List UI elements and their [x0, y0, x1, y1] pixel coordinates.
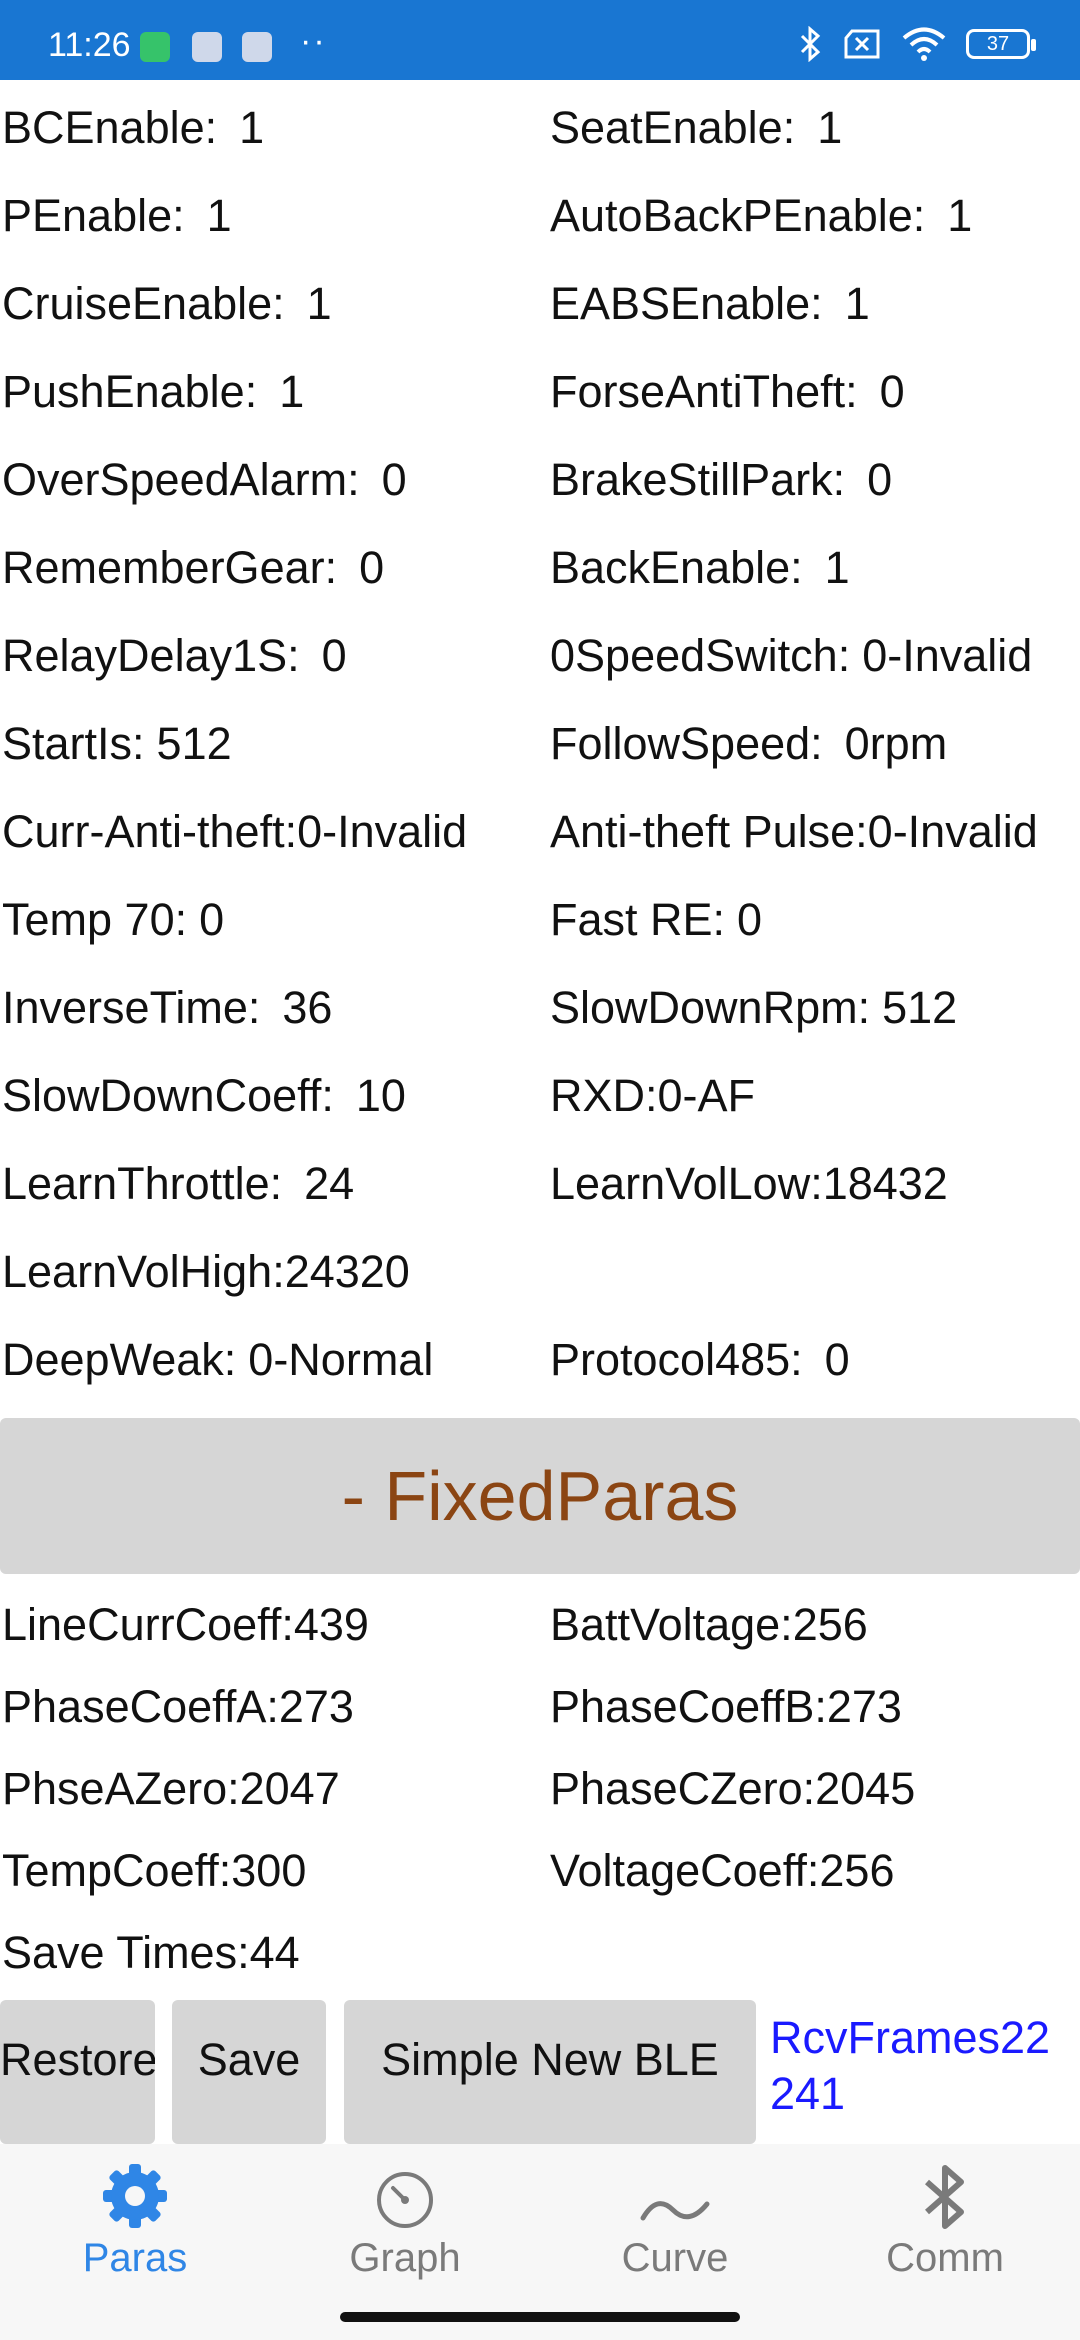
bluetooth-icon	[925, 2165, 964, 2229]
nav-tab-curve[interactable]: Curve	[540, 2154, 810, 2304]
param-cell: RXD:0-AF	[550, 1070, 756, 1121]
fixed-param-row: PhaseCoeffA:273 PhaseCoeffB:273	[0, 1666, 1080, 1748]
fixed-param-cell: Save Times:44	[2, 1927, 300, 1978]
fixed-param-row: TempCoeff:300 VoltageCoeff:256	[0, 1830, 1080, 1912]
fixed-param-cell: TempCoeff:300	[2, 1845, 307, 1896]
fixed-param-cell: LineCurrCoeff:439	[2, 1599, 369, 1650]
param-cell: AutoBackPEnable: 1	[550, 190, 973, 241]
param-cell: SeatEnable: 1	[550, 102, 843, 153]
param-cell: BCEnable: 1	[2, 102, 265, 153]
param-cell: FollowSpeed: 0rpm	[550, 718, 948, 769]
param-cell: InverseTime: 36	[2, 982, 333, 1033]
fixed-param-cell: VoltageCoeff:256	[550, 1845, 895, 1896]
fixed-param-row: PhseAZero:2047 PhaseCZero:2045	[0, 1748, 1080, 1830]
param-row: CruiseEnable: 1 EABSEnable: 1	[0, 256, 1080, 344]
param-cell: Anti-theft Pulse:0-Invalid	[550, 806, 1038, 857]
param-cell: SlowDownCoeff: 10	[2, 1070, 406, 1121]
battery-icon: 37	[966, 29, 1036, 59]
bottom-nav: Paras Graph Curve Comm	[0, 2144, 1080, 2340]
nav-label: Paras	[82, 2236, 188, 2280]
param-row: Temp 70: 0 Fast RE: 0	[0, 872, 1080, 960]
param-row: OverSpeedAlarm: 0 BrakeStillPark: 0	[0, 432, 1080, 520]
param-row: RelayDelay1S: 0 0SpeedSwitch: 0-Invalid	[0, 608, 1080, 696]
param-cell: ForseAntiTheft: 0	[550, 366, 905, 417]
status-bar: 11:26 ·· 37	[0, 0, 1080, 80]
app-icon	[140, 32, 170, 62]
status-time: 11:26	[48, 26, 131, 64]
fixed-param-cell: PhaseCoeffA:273	[2, 1681, 354, 1732]
restore-button[interactable]: Restore	[0, 2000, 155, 2144]
param-cell: LearnVolHigh:24320	[2, 1246, 410, 1297]
fixed-paras-header[interactable]: - FixedParas	[0, 1418, 1080, 1574]
param-cell: CruiseEnable: 1	[2, 278, 332, 329]
param-cell: Fast RE: 0	[550, 894, 763, 945]
param-row: RememberGear: 0 BackEnable: 1	[0, 520, 1080, 608]
param-row: BCEnable: 1 SeatEnable: 1	[0, 80, 1080, 168]
param-cell: BackEnable: 1	[550, 542, 850, 593]
param-cell: RememberGear: 0	[2, 542, 385, 593]
fixed-param-row: LineCurrCoeff:439 BattVoltage:256	[0, 1584, 1080, 1666]
param-cell: PEnable: 1	[2, 190, 232, 241]
parameter-list: BCEnable: 1 SeatEnable: 1 PEnable: 1 AutoBa…	[0, 80, 1080, 1400]
param-cell: LearnThrottle: 24	[2, 1158, 355, 1209]
param-cell: EABSEnable: 1	[550, 278, 870, 329]
wifi-icon	[902, 27, 946, 61]
gauge-icon	[377, 2172, 433, 2228]
battery-level: 37	[986, 33, 1010, 55]
nav-tab-graph[interactable]: Graph	[270, 2154, 540, 2304]
param-row: Curr-Anti-theft:0-Invalid Anti-theft Pul…	[0, 784, 1080, 872]
notification-icon	[192, 32, 222, 62]
rcv-frames-counter: RcvFrames22241	[770, 2012, 1051, 2119]
param-row: LearnThrottle: 24 LearnVolLow:18432	[0, 1136, 1080, 1224]
param-row: SlowDownCoeff: 10 RXD:0-AF	[0, 1048, 1080, 1136]
param-cell: SlowDownRpm: 512	[550, 982, 958, 1033]
more-notifications: ··	[300, 22, 327, 60]
fixed-param-cell: PhseAZero:2047	[2, 1763, 340, 1814]
gear-icon	[103, 2164, 167, 2228]
param-row: PushEnable: 1 ForseAntiTheft: 0	[0, 344, 1080, 432]
param-cell: Temp 70: 0	[2, 894, 225, 945]
nav-label: Comm	[886, 2236, 1004, 2280]
fixed-param-cell: PhaseCoeffB:273	[550, 1681, 902, 1732]
nav-label: Curve	[621, 2236, 729, 2280]
param-cell: PushEnable: 1	[2, 366, 305, 417]
fixed-param-row: Save Times:44	[0, 1912, 1080, 1994]
param-row: DeepWeak: 0-Normal Protocol485: 0	[0, 1312, 1080, 1400]
wave-icon	[640, 2201, 710, 2221]
nav-tab-paras[interactable]: Paras	[0, 2154, 270, 2304]
fixed-param-cell: PhaseCZero:2045	[550, 1763, 916, 1814]
nav-tab-comm[interactable]: Comm	[810, 2154, 1080, 2304]
param-cell: LearnVolLow:18432	[550, 1158, 948, 1209]
param-cell: Curr-Anti-theft:0-Invalid	[2, 806, 468, 857]
simple-new-ble-button[interactable]: Simple New BLE	[344, 2000, 756, 2144]
fixed-param-list: LineCurrCoeff:439 BattVoltage:256 PhaseC…	[0, 1584, 1080, 1994]
notification-icon	[242, 32, 272, 62]
param-row: StartIs: 512 FollowSpeed: 0rpm	[0, 696, 1080, 784]
param-cell: 0SpeedSwitch: 0-Invalid	[550, 630, 1033, 681]
param-cell: DeepWeak: 0-Normal	[2, 1334, 434, 1385]
param-cell: OverSpeedAlarm: 0	[2, 454, 407, 505]
nav-label: Graph	[349, 2236, 461, 2280]
fixed-param-cell: BattVoltage:256	[550, 1599, 868, 1650]
param-cell: Protocol485: 0	[550, 1334, 850, 1385]
param-row: InverseTime: 36 SlowDownRpm: 512	[0, 960, 1080, 1048]
save-button[interactable]: Save	[172, 2000, 326, 2144]
param-row: PEnable: 1 AutoBackPEnable: 1	[0, 168, 1080, 256]
param-cell: RelayDelay1S: 0	[2, 630, 347, 681]
param-row: LearnVolHigh:24320	[0, 1224, 1080, 1312]
param-cell: StartIs: 512	[2, 718, 232, 769]
sim-off-icon	[844, 29, 880, 59]
status-icons: 37	[800, 26, 1036, 62]
home-indicator[interactable]	[340, 2312, 740, 2322]
param-cell: BrakeStillPark: 0	[550, 454, 893, 505]
bluetooth-icon	[800, 26, 821, 62]
